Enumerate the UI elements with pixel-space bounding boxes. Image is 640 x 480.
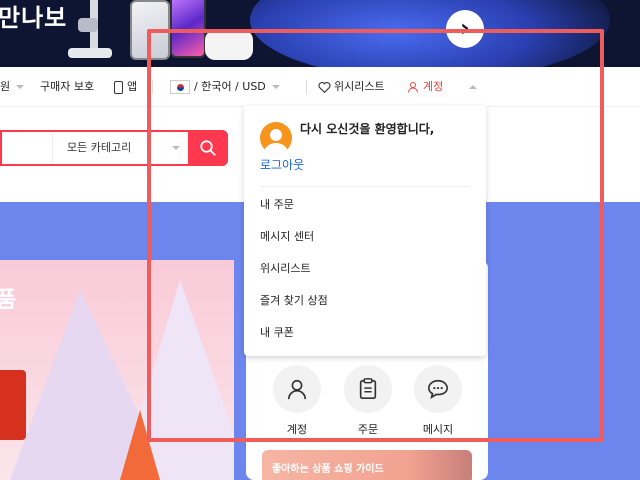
- search-button[interactable]: [188, 130, 228, 166]
- phone-product-image-2: [170, 0, 206, 58]
- korea-flag-icon: [170, 80, 190, 94]
- welcome-message: 다시 오신것을 환영합니다,: [300, 122, 435, 136]
- promo-banner[interactable]: 좋아하는 상품 쇼핑 가이드: [262, 450, 472, 480]
- nav-wishlist[interactable]: 위시리스트: [318, 67, 385, 107]
- hero-title: 품: [0, 288, 17, 313]
- chevron-up-icon: [469, 85, 477, 89]
- logout-link[interactable]: 로그아웃: [260, 156, 304, 173]
- hero-banner[interactable]: 품: [0, 260, 234, 480]
- banner-title: 만나보: [0, 4, 68, 32]
- hero-product-image: [0, 370, 26, 440]
- menu-item-my-orders[interactable]: 내 주문: [260, 196, 294, 212]
- quick-link-circle: [344, 365, 392, 413]
- chevron-down-icon: [172, 146, 180, 150]
- top-nav-bar: 원 구매자 보호 앱 / 한국어 / USD 위시리스트 계정: [0, 67, 640, 107]
- phone-product-image: [130, 0, 170, 60]
- nav-divider: [152, 80, 153, 94]
- banner-glow: [250, 0, 610, 67]
- search-icon: [200, 140, 216, 156]
- nav-item-currency-partial[interactable]: 원: [0, 67, 25, 107]
- menu-divider: [260, 186, 470, 187]
- banner-next-button[interactable]: ›: [446, 10, 484, 48]
- nav-buyer-protection[interactable]: 구매자 보호: [40, 67, 94, 107]
- nav-account-button[interactable]: 계정: [397, 67, 485, 107]
- nav-app[interactable]: 앱: [114, 67, 137, 107]
- quick-link-circle: [414, 365, 462, 413]
- earbuds-product-image: [205, 30, 253, 60]
- phone-icon: [114, 80, 123, 94]
- heart-icon: [318, 82, 331, 94]
- menu-item-message-center[interactable]: 메시지 센터: [260, 228, 314, 244]
- search-bar[interactable]: 모든 카테고리: [0, 130, 228, 166]
- chevron-right-icon: ›: [460, 14, 470, 42]
- top-banner[interactable]: 만나보 ›: [0, 0, 640, 67]
- quick-link-messages[interactable]: 메시지: [408, 365, 468, 437]
- vacuum-product-image: [68, 0, 112, 58]
- account-dropdown-menu: 다시 오신것을 환영합니다, 로그아웃 내 주문 메시지 센터 위시리스트 즐겨…: [244, 106, 486, 356]
- clipboard-icon: [359, 378, 377, 399]
- nav-locale-selector[interactable]: / 한국어 / USD: [170, 67, 280, 107]
- quick-link-circle: [273, 365, 321, 413]
- user-icon: [408, 82, 418, 93]
- search-category-select[interactable]: 모든 카테고리: [52, 132, 192, 164]
- quick-link-orders[interactable]: 주문: [338, 365, 398, 437]
- chevron-down-icon: [271, 85, 280, 89]
- menu-item-my-coupons[interactable]: 내 쿠폰: [260, 324, 294, 340]
- user-icon: [287, 379, 307, 400]
- chat-bubble-icon: [428, 379, 448, 399]
- quick-link-account[interactable]: 계정: [267, 365, 327, 437]
- menu-item-wishlist[interactable]: 위시리스트: [260, 260, 311, 276]
- chevron-down-icon: [16, 85, 25, 89]
- menu-item-favorite-stores[interactable]: 즐겨 찾기 상점: [260, 292, 328, 308]
- avatar: [260, 122, 292, 154]
- nav-divider: [306, 80, 307, 94]
